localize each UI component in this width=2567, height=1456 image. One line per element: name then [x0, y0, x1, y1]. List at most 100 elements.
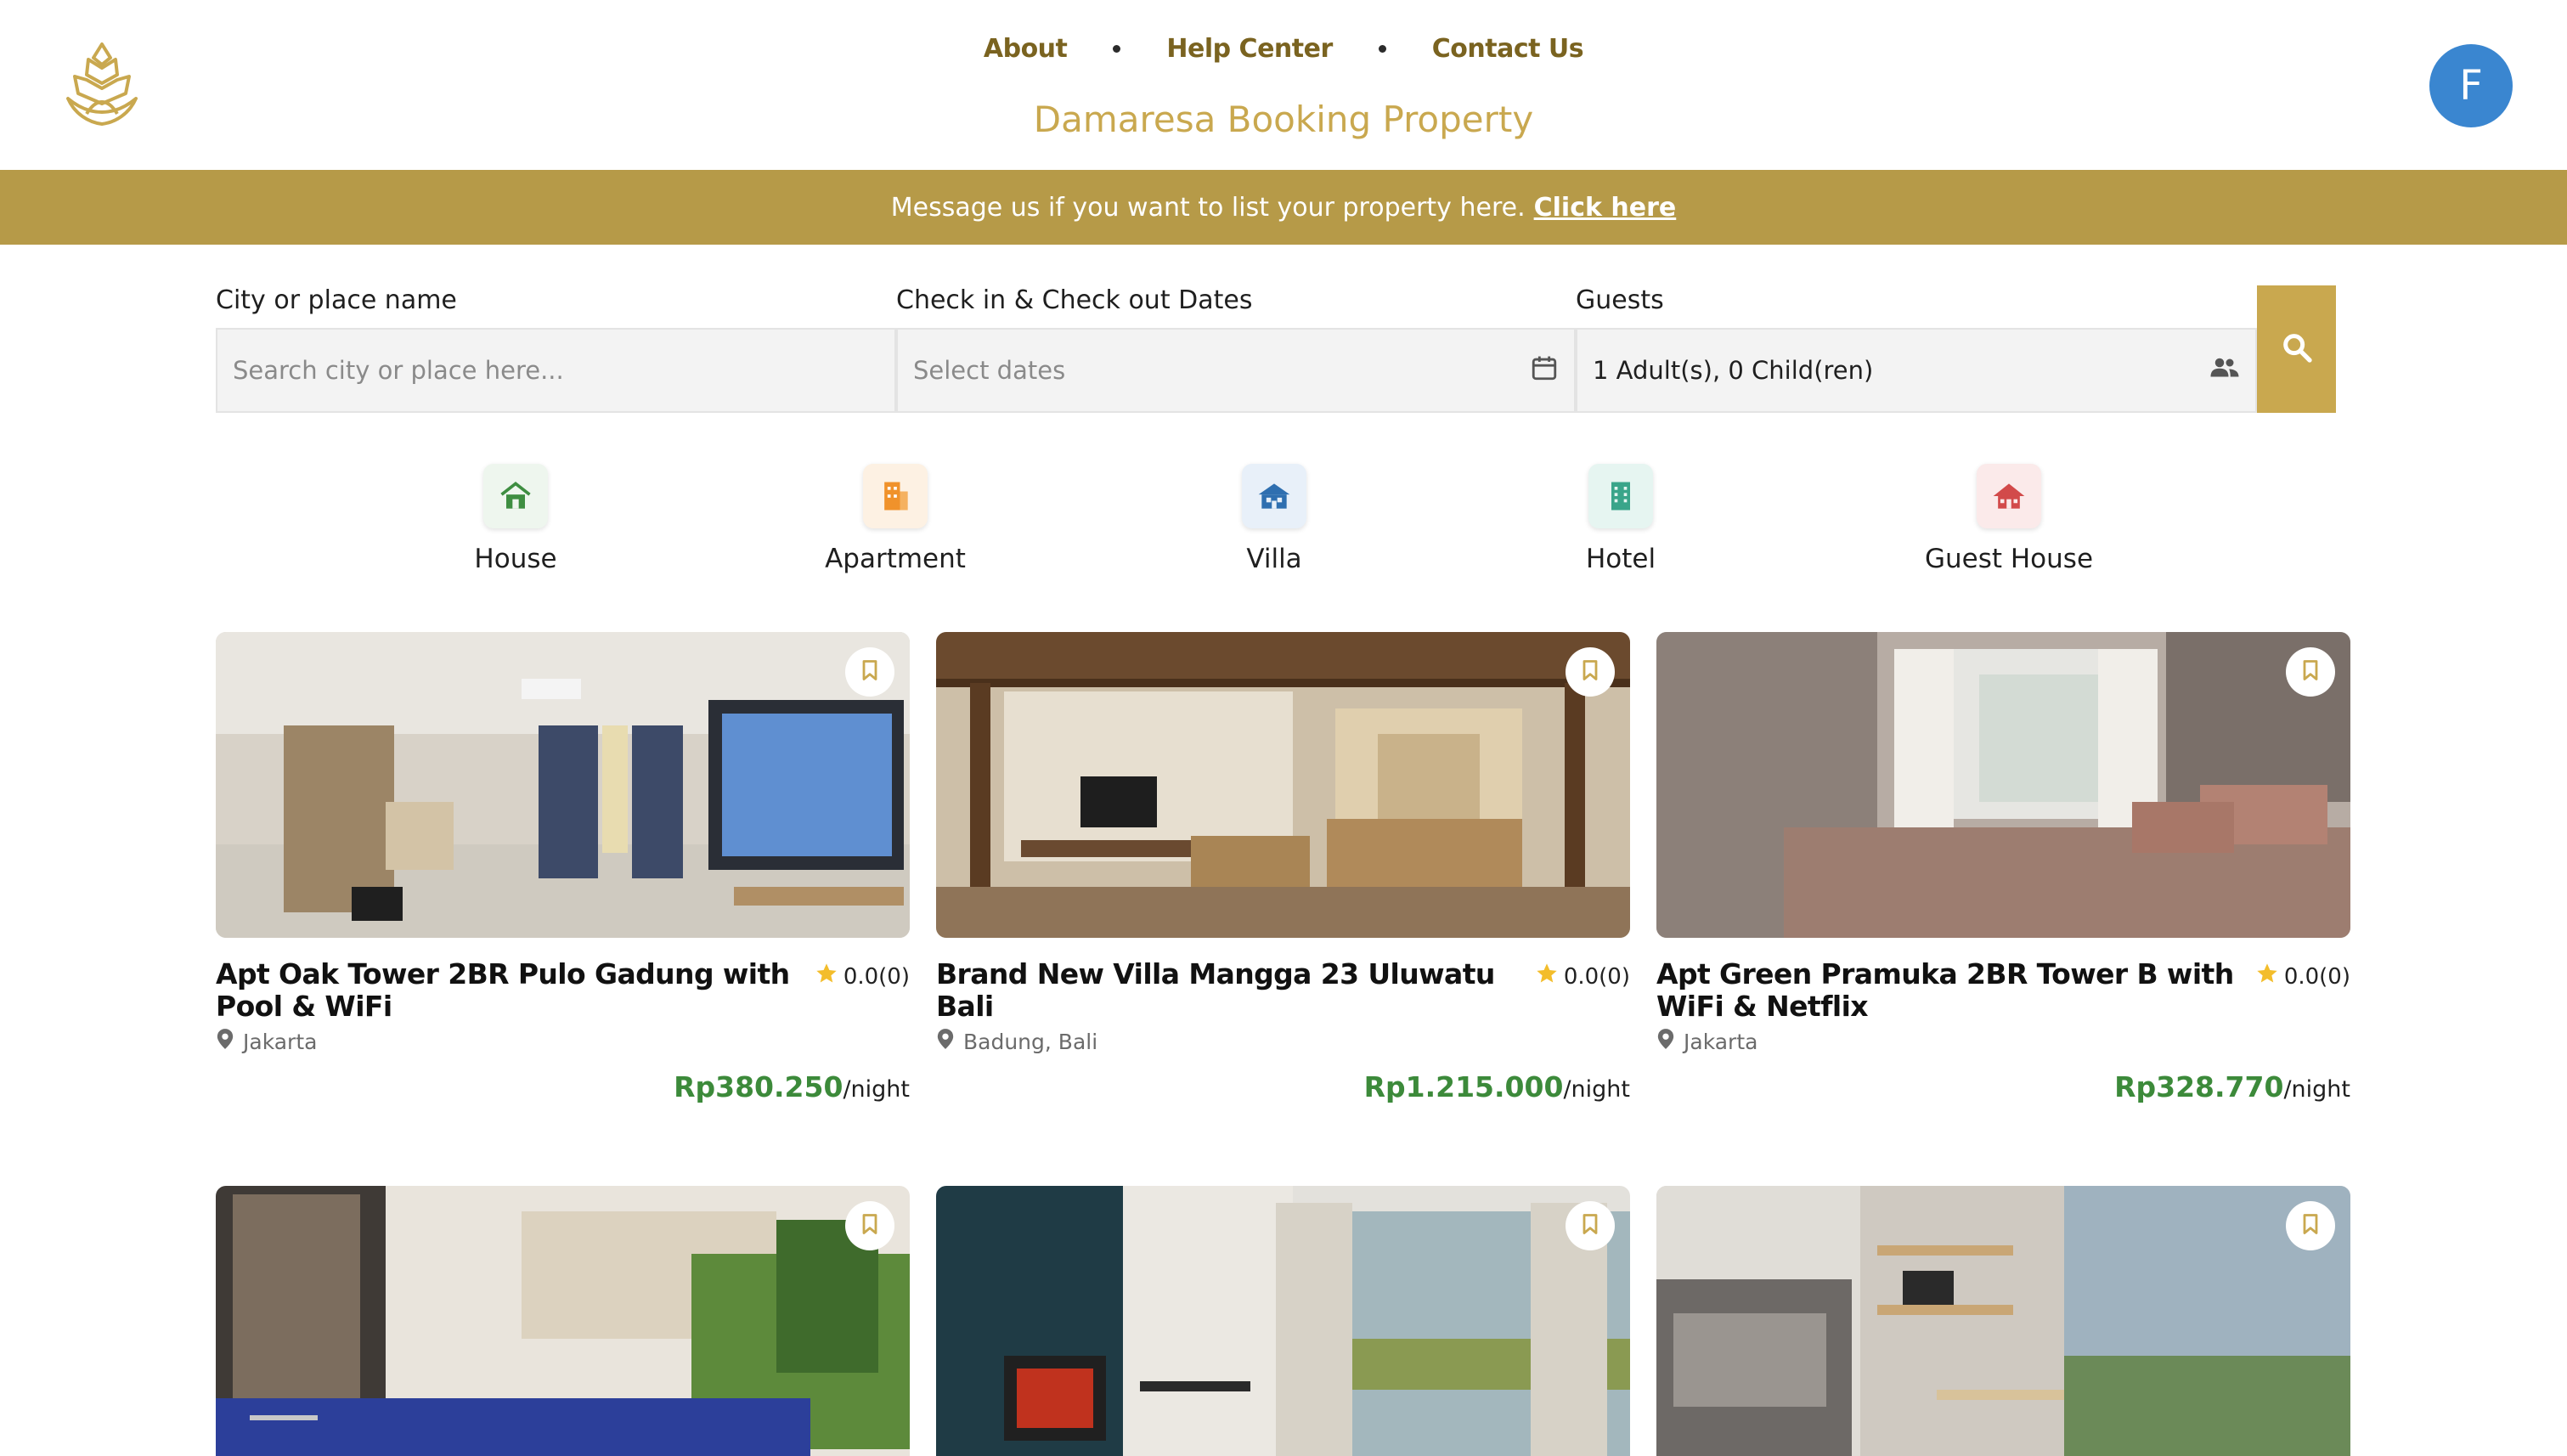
location-text: Jakarta: [243, 1029, 318, 1054]
price-unit: /night: [1563, 1076, 1630, 1103]
banner-click-here-link[interactable]: Click here: [1534, 193, 1677, 223]
guests-value: 1 Adult(s), 0 Child(ren): [1593, 356, 1874, 385]
list-property-banner: Message us if you want to list your prop…: [0, 170, 2567, 245]
listing-card[interactable]: Apt Green Pramuka 2BR Tower B with WiFi …: [1656, 632, 2350, 1103]
listing-header: Brand New Villa Mangga 23 Uluwatu Bali 0…: [936, 958, 1630, 1023]
villa-icon: [1242, 464, 1306, 528]
listing-location: Jakarta: [216, 1028, 910, 1055]
category-apartment[interactable]: Apartment: [785, 464, 1006, 574]
category-label: Villa: [1246, 544, 1302, 574]
category-label: House: [474, 544, 557, 574]
listing-title[interactable]: Brand New Villa Mangga 23 Uluwatu Bali: [936, 958, 1630, 1023]
listing-title[interactable]: Apt Oak Tower 2BR Pulo Gadung with Pool …: [216, 958, 910, 1023]
category-label: Guest House: [1924, 544, 2094, 574]
top-header: About Help Center Contact Us Damaresa Bo…: [0, 0, 2567, 170]
location-pin-icon: [936, 1028, 955, 1055]
city-placeholder: Search city or place here...: [233, 356, 564, 385]
listing-title[interactable]: Apt Green Pramuka 2BR Tower B with WiFi …: [1656, 958, 2350, 1023]
listing-location: Jakarta: [1656, 1028, 2350, 1055]
category-label: Hotel: [1585, 544, 1656, 574]
bookmark-icon: [858, 657, 882, 687]
city-label: City or place name: [216, 285, 457, 315]
listing-rating: 0.0(0): [1535, 962, 1630, 991]
rating-value: 0.0(0): [843, 963, 910, 990]
listing-price: Rp380.250/night: [216, 1070, 910, 1103]
listing-photo[interactable]: [216, 632, 910, 938]
listing-photo[interactable]: [1656, 1186, 2350, 1456]
category-guest-house[interactable]: Guest House: [1898, 464, 2119, 574]
listing-header: Apt Green Pramuka 2BR Tower B with WiFi …: [1656, 958, 2350, 1023]
avatar-initial: F: [2459, 62, 2483, 110]
listing-photo[interactable]: [936, 1186, 1630, 1456]
dates-picker-input[interactable]: Select dates: [896, 328, 1576, 413]
nav-contact-us-link[interactable]: Contact Us: [1432, 34, 1584, 64]
category-villa[interactable]: Villa: [1164, 464, 1385, 574]
listing-header: Apt Oak Tower 2BR Pulo Gadung with Pool …: [216, 958, 910, 1023]
listing-photo[interactable]: [936, 632, 1630, 938]
bookmark-icon: [1578, 1211, 1602, 1241]
dates-placeholder: Select dates: [913, 356, 1066, 385]
nav-separator: [1378, 45, 1386, 53]
bookmark-button[interactable]: [845, 1201, 894, 1250]
price-amount: Rp1.215.000: [1363, 1070, 1564, 1103]
listing-card[interactable]: [216, 1186, 910, 1456]
bookmark-button[interactable]: [2286, 1201, 2335, 1250]
category-house[interactable]: House: [405, 464, 626, 574]
listing-location: Badung, Bali: [936, 1028, 1630, 1055]
guests-selector[interactable]: 1 Adult(s), 0 Child(ren): [1576, 328, 2257, 413]
category-label: Apartment: [825, 544, 966, 574]
price-amount: Rp328.770: [2114, 1070, 2284, 1103]
price-unit: /night: [2283, 1076, 2350, 1103]
bookmark-button[interactable]: [1566, 1201, 1615, 1250]
bookmark-icon: [858, 1211, 882, 1241]
nav-about-link[interactable]: About: [984, 34, 1068, 64]
bookmark-icon: [1578, 657, 1602, 687]
bookmark-button[interactable]: [2286, 647, 2335, 697]
dates-label: Check in & Check out Dates: [896, 285, 1253, 315]
listing-price: Rp1.215.000/night: [936, 1070, 1630, 1103]
guests-label: Guests: [1576, 285, 1664, 315]
nav-separator: [1113, 45, 1121, 53]
search-button[interactable]: [2257, 285, 2336, 413]
bookmark-icon: [2299, 1211, 2322, 1241]
star-icon: [2255, 962, 2279, 991]
listing-price: Rp328.770/night: [1656, 1070, 2350, 1103]
guest-house-icon: [1977, 464, 2041, 528]
search-icon: [2280, 330, 2314, 369]
listing-card[interactable]: Apt Oak Tower 2BR Pulo Gadung with Pool …: [216, 632, 910, 1103]
nav-help-center-link[interactable]: Help Center: [1166, 34, 1333, 64]
price-amount: Rp380.250: [674, 1070, 843, 1103]
location-text: Jakarta: [1684, 1029, 1758, 1054]
city-search-input[interactable]: Search city or place here...: [216, 328, 896, 413]
property-categories: House Apartment Villa Hotel Guest House: [0, 464, 2567, 583]
location-text: Badung, Bali: [963, 1029, 1098, 1054]
price-unit: /night: [843, 1076, 910, 1103]
bookmark-button[interactable]: [1566, 647, 1615, 697]
banner-message: Message us if you want to list your prop…: [890, 192, 1526, 223]
listing-rating: 0.0(0): [815, 962, 910, 991]
search-bar: City or place name Check in & Check out …: [216, 285, 2336, 413]
listing-card[interactable]: [936, 1186, 1630, 1456]
listing-photo[interactable]: [1656, 632, 2350, 938]
listing-rating: 0.0(0): [2255, 962, 2350, 991]
user-avatar[interactable]: F: [2429, 44, 2513, 127]
site-title: Damaresa Booking Property: [1033, 99, 1534, 140]
star-icon: [815, 962, 838, 991]
people-icon: [2209, 355, 2240, 387]
calendar-icon[interactable]: [1530, 353, 1559, 388]
listing-card[interactable]: Brand New Villa Mangga 23 Uluwatu Bali 0…: [936, 632, 1630, 1103]
bookmark-icon: [2299, 657, 2322, 687]
listing-photo[interactable]: [216, 1186, 910, 1456]
location-pin-icon: [216, 1028, 234, 1055]
hotel-icon: [1588, 464, 1653, 528]
top-nav: About Help Center Contact Us: [0, 34, 2567, 64]
listing-card[interactable]: [1656, 1186, 2350, 1456]
house-icon: [483, 464, 548, 528]
bookmark-button[interactable]: [845, 647, 894, 697]
star-icon: [1535, 962, 1559, 991]
category-hotel[interactable]: Hotel: [1510, 464, 1731, 574]
location-pin-icon: [1656, 1028, 1675, 1055]
apartment-icon: [863, 464, 928, 528]
rating-value: 0.0(0): [2283, 963, 2350, 990]
rating-value: 0.0(0): [1563, 963, 1630, 990]
